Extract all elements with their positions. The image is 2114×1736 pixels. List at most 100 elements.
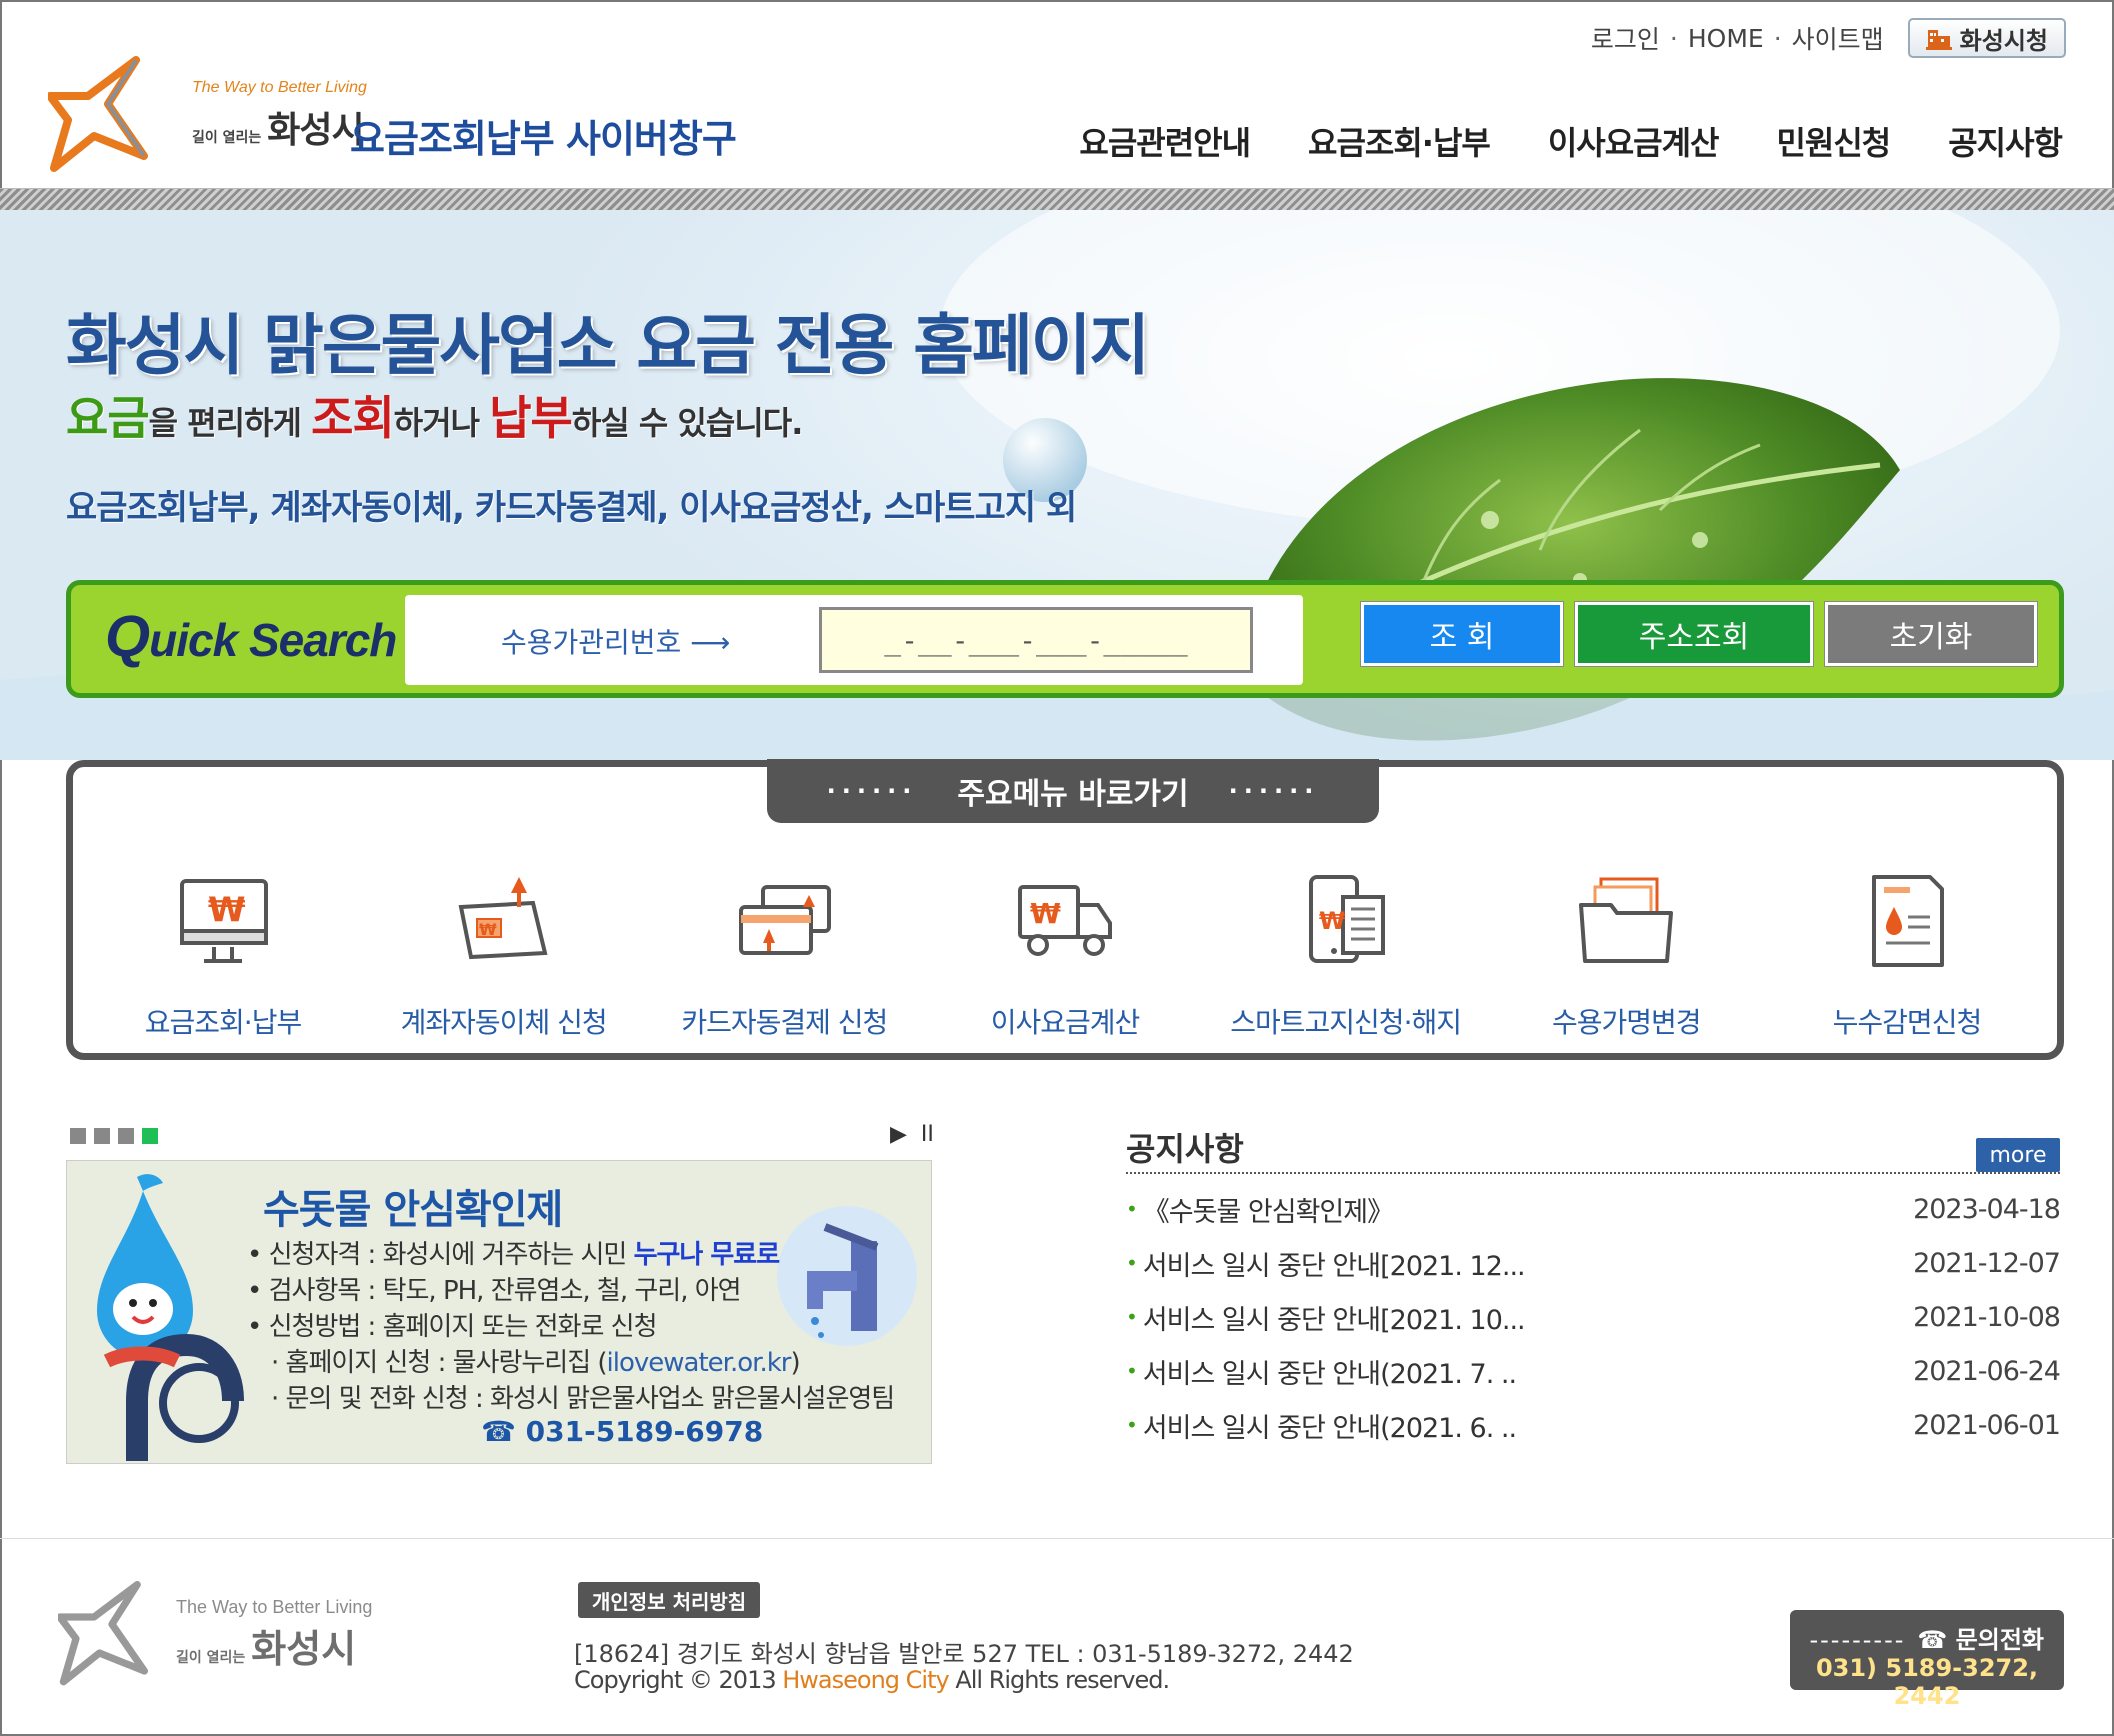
notice-row-date: 2021-06-24 <box>1913 1355 2061 1387</box>
notice-row-title[interactable]: 서비스 일시 중단 안내[2021. 12... <box>1143 1244 1913 1283</box>
notice-row-date: 2021-10-08 <box>1913 1301 2061 1333</box>
banner-line: • 신청방법 : 홈페이지 또는 전화로 신청 <box>247 1312 658 1342</box>
folder-icon <box>1579 877 1674 963</box>
menu-item-smart-bill[interactable]: ₩ 스마트고지신청·해지 <box>1226 867 1466 1041</box>
quick-search-rest: uick Search <box>149 614 397 666</box>
footer-logo-slogan: The Way to Better Living <box>176 1597 373 1617</box>
quick-search-label: Quick Search <box>105 603 397 670</box>
hero-subtitle: 요금을 편리하게 조회하거나 납부하실 수 있습니다. <box>66 382 804 448</box>
gnb-item-civil-request[interactable]: 민원신청 <box>1776 118 1891 164</box>
smartphone-bill-icon: ₩ <box>1308 875 1385 963</box>
notice-row-date: 2023-04-18 <box>1913 1193 2061 1225</box>
card-icon <box>739 885 832 955</box>
site-title[interactable]: 요금조회납부 사이버창구 <box>350 108 737 163</box>
notice-row-title[interactable]: 《수돗물 안심확인제》 <box>1143 1190 1913 1229</box>
contact-label: 문의전화 <box>1955 1626 2044 1654</box>
notice-row[interactable]: • 서비스 일시 중단 안내(2021. 7. .. 2021-06-24 <box>1126 1344 2061 1398</box>
separator: · <box>1773 23 1782 53</box>
notice-row[interactable]: • 《수돗물 안심확인제》 2023-04-18 <box>1126 1182 2061 1236</box>
menu-item-fee-lookup[interactable]: ₩ 요금조회·납부 <box>103 867 343 1041</box>
slider-dot[interactable] <box>94 1128 110 1144</box>
menu-item-label: 수용가명변경 <box>1552 1006 1702 1039</box>
banner-line: · 문의 및 전화 신청 : 화성시 맑은물사업소 맑은물시설운영팀 <box>271 1384 895 1414</box>
contact-dashes: --------- <box>1809 1626 1906 1654</box>
phone-icon: ☎ <box>1917 1626 1956 1654</box>
banner-text: 홈페이지 신청 : 물사랑누리집 ( <box>285 1348 608 1378</box>
gnb-item-notice[interactable]: 공지사항 <box>1948 118 2063 164</box>
banner-text: 신청방법 : 홈페이지 또는 전화로 신청 <box>268 1312 658 1342</box>
notice-row[interactable]: • 서비스 일시 중단 안내(2021. 6. .. 2021-06-01 <box>1126 1398 2061 1452</box>
contact-number: 031) 5189-3272, 2442 <box>1815 1654 2039 1710</box>
slider-controls: ▶ II <box>890 1122 934 1147</box>
privacy-policy-button[interactable]: 개인정보 처리방침 <box>578 1582 761 1618</box>
pause-icon[interactable]: II <box>921 1122 934 1147</box>
bullet-icon: • <box>1126 1359 1138 1383</box>
city-hall-button[interactable]: 화성시청 <box>1907 18 2066 58</box>
slider-dot[interactable] <box>70 1128 86 1144</box>
banner-line: · 홈페이지 신청 : 물사랑누리집 (ilovewater.or.kr) <box>271 1348 801 1378</box>
menu-item-label: 카드자동결제 신청 <box>681 1006 888 1039</box>
building-icon <box>1925 30 1952 50</box>
banner-url: ilovewater.or.kr <box>606 1348 792 1378</box>
caption-text: 주요메뉴 바로가기 <box>957 777 1189 812</box>
notice-row-title[interactable]: 서비스 일시 중단 안내(2021. 6. .. <box>1143 1406 1913 1445</box>
notice-row[interactable]: • 서비스 일시 중단 안내[2021. 10... 2021-10-08 <box>1126 1290 2061 1344</box>
address-search-button[interactable]: 주소조회 <box>1575 602 1813 666</box>
promo-banner[interactable]: 수돗물 안심확인제 • 신청자격 : 화성시에 거주하는 시민 누구나 무료로 … <box>66 1160 932 1464</box>
hero-title: 화성시 맑은물사업소 요금 전용 홈페이지 <box>66 307 1150 384</box>
water-drop-mascot-icon <box>97 1174 244 1461</box>
svg-text:₩: ₩ <box>1030 897 1061 930</box>
footer-logo-city: 화성시 <box>251 1627 357 1671</box>
global-nav: 요금관련안내 요금조회·납부 이사요금계산 민원신청 공지사항 <box>1079 118 2063 164</box>
copyright-text: All Rights reserved. <box>948 1666 1170 1694</box>
hero-sub-lookup: 조회 <box>311 391 395 445</box>
copyright-city: Hwaseong City <box>782 1666 949 1694</box>
banner-text: 신청자격 : 화성시에 거주하는 시민 <box>268 1240 634 1270</box>
svg-text:₩: ₩ <box>479 920 497 939</box>
menu-item-label: 스마트고지신청·해지 <box>1230 1006 1462 1039</box>
bullet-icon: • <box>1126 1305 1138 1329</box>
copyright-text: Copyright © 2013 <box>574 1666 783 1694</box>
login-link[interactable]: 로그인 <box>1591 20 1660 56</box>
hero-sub-text: 하실 수 있습니다. <box>571 404 804 442</box>
bullet-icon: • <box>1126 1197 1138 1221</box>
notice-list: • 《수돗물 안심확인제》 2023-04-18 • 서비스 일시 중단 안내[202… <box>1126 1182 2061 1452</box>
home-link[interactable]: HOME <box>1688 24 1764 53</box>
sitemap-link[interactable]: 사이트맵 <box>1792 20 1884 56</box>
reset-button[interactable]: 초기화 <box>1825 602 2037 666</box>
hwaseong-star-logo-icon <box>58 1581 148 1686</box>
svg-text:₩: ₩ <box>208 890 246 930</box>
banner-highlight: 누구나 무료로 <box>633 1240 781 1270</box>
bullet-icon: • <box>1126 1413 1138 1437</box>
utility-nav: 로그인 · HOME · 사이트맵 화성시청 <box>1591 16 2066 60</box>
notice-more-button[interactable]: more <box>1976 1138 2060 1172</box>
gnb-item-fee-lookup[interactable]: 요금조회·납부 <box>1308 118 1491 164</box>
footer-divider <box>0 1538 2114 1539</box>
header-stripe <box>0 188 2114 210</box>
slider-dot[interactable] <box>118 1128 134 1144</box>
menu-item-name-change[interactable]: 수용가명변경 <box>1506 867 1746 1041</box>
footer-logo-small: 길이 열리는 <box>176 1650 246 1666</box>
menu-item-account-transfer[interactable]: ₩ 계좌자동이체 신청 <box>384 867 624 1041</box>
slider-indicators <box>70 1128 158 1144</box>
banner-phone: ☎ 031-5189-6978 <box>481 1415 764 1448</box>
notice-row-title[interactable]: 서비스 일시 중단 안내(2021. 7. .. <box>1143 1352 1913 1391</box>
footer-contact-box: --------- ☎ 문의전화 031) 5189-3272, 2442 <box>1790 1610 2064 1710</box>
menu-item-leak-reduction[interactable]: 누수감면신청 <box>1787 867 2027 1041</box>
gnb-item-moving-calc[interactable]: 이사요금계산 <box>1548 118 1720 164</box>
banner-text: ) <box>790 1348 800 1378</box>
quick-search-bar: Quick Search 수용가관리번호 ⟶ 조 회 주소조회 초기화 <box>66 580 2064 698</box>
customer-number-input[interactable] <box>819 607 1253 673</box>
slider-dot-active[interactable] <box>142 1128 158 1144</box>
menu-item-card-payment[interactable]: 카드자동결제 신청 <box>664 867 904 1041</box>
search-button[interactable]: 조 회 <box>1361 602 1563 666</box>
caption-dots: ······ <box>826 777 918 805</box>
hero-sub-text: 하거나 <box>393 404 490 442</box>
site-logo[interactable]: The Way to Better Living 길이 열리는 화성시 <box>48 56 372 176</box>
menu-item-moving-calc[interactable]: ₩ 이사요금계산 <box>945 867 1185 1041</box>
play-icon[interactable]: ▶ <box>890 1122 907 1147</box>
notice-row[interactable]: • 서비스 일시 중단 안내[2021. 12... 2021-12-07 <box>1126 1236 2061 1290</box>
notice-row-title[interactable]: 서비스 일시 중단 안내[2021. 10... <box>1143 1298 1913 1337</box>
gnb-item-fee-guide[interactable]: 요금관련안내 <box>1079 118 1251 164</box>
menu-item-label: 누수감면신청 <box>1832 1006 1983 1039</box>
